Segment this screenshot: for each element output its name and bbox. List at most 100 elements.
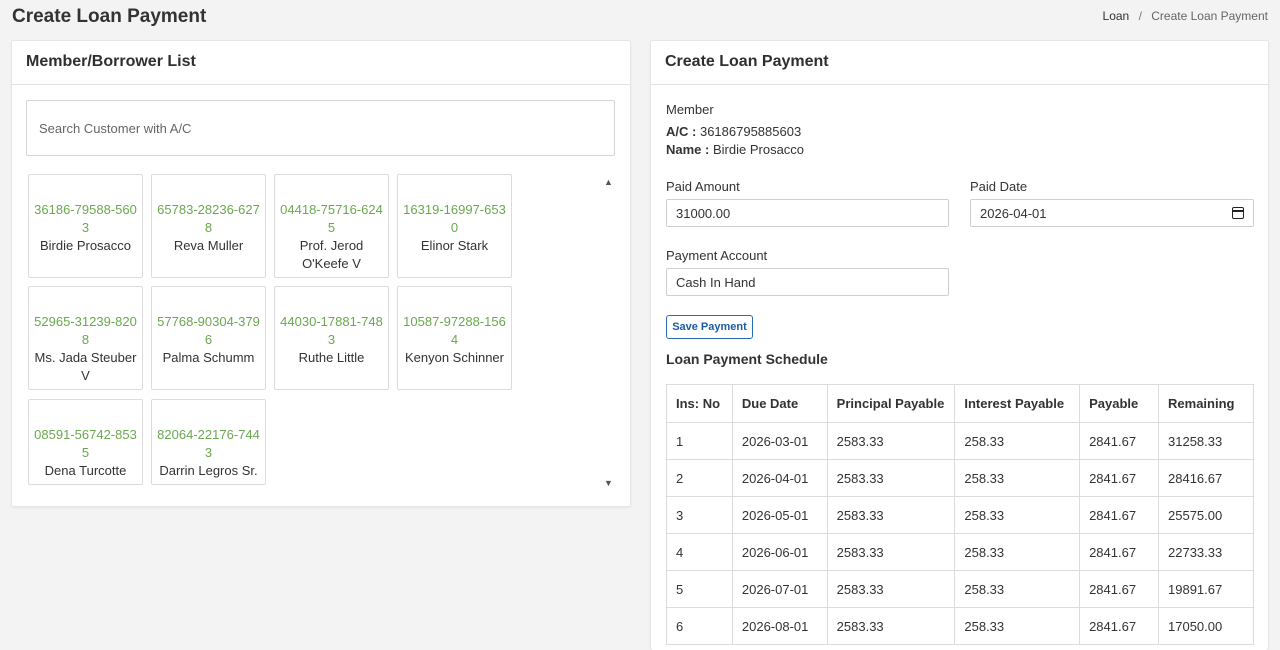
member-account-number: 57768-90304-3796 xyxy=(157,314,260,347)
table-cell: 2841.67 xyxy=(1079,496,1160,534)
member-account-number: 10587-97288-1564 xyxy=(403,314,506,347)
table-cell: 2841.67 xyxy=(1079,570,1160,608)
payment-account-select[interactable]: Cash In Hand xyxy=(666,268,949,296)
table-cell: 2026-03-01 xyxy=(731,422,828,460)
table-row: 5 2026-07-01 2583.33 258.33 2841.67 19891.67 xyxy=(666,570,1254,608)
table-cell: 2583.33 xyxy=(826,496,956,534)
paid-amount-input[interactable]: 31000.00 xyxy=(666,199,949,227)
member-tile[interactable]: 04418-75716-6245 Prof. Jerod O'Keefe V xyxy=(274,174,389,278)
table-cell: 258.33 xyxy=(954,422,1081,460)
member-name: Ruthe Little xyxy=(298,350,365,365)
create-payment-card: Create Loan Payment Member A/C : 3618679… xyxy=(650,40,1269,650)
member-tile[interactable]: 57768-90304-3796 Palma Schumm xyxy=(151,286,266,390)
table-cell: 2026-08-01 xyxy=(731,607,828,645)
member-tile[interactable]: 08591-56742-8535 Dena Turcotte xyxy=(28,399,143,485)
table-row: 1 2026-03-01 2583.33 258.33 2841.67 31258.33 xyxy=(666,422,1254,460)
ac-value: 36186795885603 xyxy=(699,124,802,139)
breadcrumb: Loan / Create Loan Payment xyxy=(1103,9,1268,23)
member-tile[interactable]: 82064-22176-7443 Darrin Legros Sr. xyxy=(151,399,266,485)
schedule-column-header: Ins: No xyxy=(666,384,733,423)
breadcrumb-current: Create Loan Payment xyxy=(1151,9,1268,23)
member-tile[interactable]: 44030-17881-7483 Ruthe Little xyxy=(274,286,389,390)
create-payment-title: Create Loan Payment xyxy=(651,41,1268,85)
table-cell: 31258.33 xyxy=(1158,422,1254,460)
table-cell: 2583.33 xyxy=(826,607,956,645)
table-cell: 2841.67 xyxy=(1079,533,1160,571)
member-tile[interactable]: 10587-97288-1564 Kenyon Schinner xyxy=(397,286,512,390)
payment-account-label: Payment Account xyxy=(666,248,768,263)
member-account-number: 36186-79588-5603 xyxy=(34,202,137,235)
table-row: 2 2026-04-01 2583.33 258.33 2841.67 28416.67 xyxy=(666,459,1254,497)
paid-amount-value: 31000.00 xyxy=(676,205,731,221)
member-tile[interactable]: 36186-79588-5603 Birdie Prosacco xyxy=(28,174,143,278)
table-cell: 4 xyxy=(666,533,733,571)
paid-date-label: Paid Date xyxy=(970,179,1028,194)
table-cell: 258.33 xyxy=(954,570,1081,608)
customer-search-input[interactable] xyxy=(26,100,615,156)
member-label: Member xyxy=(666,102,714,117)
table-cell: 258.33 xyxy=(954,496,1081,534)
table-cell: 2583.33 xyxy=(826,459,956,497)
table-cell: 2583.33 xyxy=(826,533,956,571)
member-name: Elinor Stark xyxy=(420,238,489,253)
table-cell: 2841.67 xyxy=(1079,459,1160,497)
member-name: Ms. Jada Steuber V xyxy=(34,350,137,383)
save-payment-button[interactable]: Save Payment xyxy=(666,315,753,339)
table-cell: 19891.67 xyxy=(1158,570,1254,608)
schedule-column-header: Interest Payable xyxy=(954,384,1081,423)
paid-date-input[interactable]: 2026-04-01 xyxy=(970,199,1254,227)
member-account-number: 04418-75716-6245 xyxy=(280,202,383,235)
member-name: Darrin Legros Sr. xyxy=(159,463,258,478)
payment-account-value: Cash In Hand xyxy=(676,274,756,290)
member-tile[interactable]: 16319-16997-6530 Elinor Stark xyxy=(397,174,512,278)
scroll-down-arrow-icon[interactable]: ▼ xyxy=(604,478,613,488)
paid-date-value: 2026-04-01 xyxy=(980,205,1047,221)
member-name: Kenyon Schinner xyxy=(404,350,504,365)
ac-label: A/C : xyxy=(666,124,697,139)
member-name-line: Name : Birdie Prosacco xyxy=(666,142,804,157)
table-cell: 22733.33 xyxy=(1158,533,1254,571)
table-cell: 1 xyxy=(666,422,733,460)
member-name: Dena Turcotte xyxy=(44,463,127,478)
scroll-up-arrow-icon[interactable]: ▲ xyxy=(604,177,613,187)
table-cell: 2583.33 xyxy=(826,570,956,608)
member-tile[interactable]: 65783-28236-6278 Reva Muller xyxy=(151,174,266,278)
member-ac-line: A/C : 36186795885603 xyxy=(666,124,801,139)
name-value: Birdie Prosacco xyxy=(712,142,805,157)
table-cell: 17050.00 xyxy=(1158,607,1254,645)
member-name: Birdie Prosacco xyxy=(39,238,132,253)
table-cell: 5 xyxy=(666,570,733,608)
member-grid: 36186-79588-5603 Birdie Prosacco 65783-282… xyxy=(28,174,598,486)
table-cell: 2 xyxy=(666,459,733,497)
member-name: Prof. Jerod O'Keefe V xyxy=(299,238,364,271)
schedule-column-header: Payable xyxy=(1079,384,1160,423)
schedule-body: 1 2026-03-01 2583.33 258.33 2841.67 31258.33 2… xyxy=(666,422,1254,645)
table-cell: 2026-04-01 xyxy=(731,459,828,497)
table-cell: 6 xyxy=(666,607,733,645)
member-name: Palma Schumm xyxy=(162,350,255,365)
member-name: Reva Muller xyxy=(173,238,244,253)
table-cell: 258.33 xyxy=(954,459,1081,497)
member-list-card: Member/Borrower List 36186-79588-5603 Bir… xyxy=(11,40,631,507)
member-list-title: Member/Borrower List xyxy=(12,41,630,85)
member-account-number: 16319-16997-6530 xyxy=(403,202,506,235)
table-cell: 2841.67 xyxy=(1079,607,1160,645)
page-title: Create Loan Payment xyxy=(12,6,207,27)
schedule-column-header: Remaining xyxy=(1158,384,1254,423)
table-cell: 2841.67 xyxy=(1079,422,1160,460)
schedule-title: Loan Payment Schedule xyxy=(666,351,828,367)
breadcrumb-loan-link[interactable]: Loan xyxy=(1103,9,1130,23)
table-row: 3 2026-05-01 2583.33 258.33 2841.67 25575.00 xyxy=(666,496,1254,534)
member-account-number: 65783-28236-6278 xyxy=(157,202,260,235)
schedule-header-row: Ins: No Due Date Principal Payable Interest… xyxy=(666,384,1254,423)
table-cell: 25575.00 xyxy=(1158,496,1254,534)
member-account-number: 08591-56742-8535 xyxy=(34,427,137,460)
name-label: Name : xyxy=(666,142,710,157)
table-cell: 2026-07-01 xyxy=(731,570,828,608)
calendar-icon[interactable] xyxy=(1232,207,1244,219)
table-cell: 258.33 xyxy=(954,607,1081,645)
table-cell: 3 xyxy=(666,496,733,534)
paid-amount-label: Paid Amount xyxy=(666,179,740,194)
member-tile[interactable]: 52965-31239-8208 Ms. Jada Steuber V xyxy=(28,286,143,390)
member-account-number: 44030-17881-7483 xyxy=(280,314,383,347)
